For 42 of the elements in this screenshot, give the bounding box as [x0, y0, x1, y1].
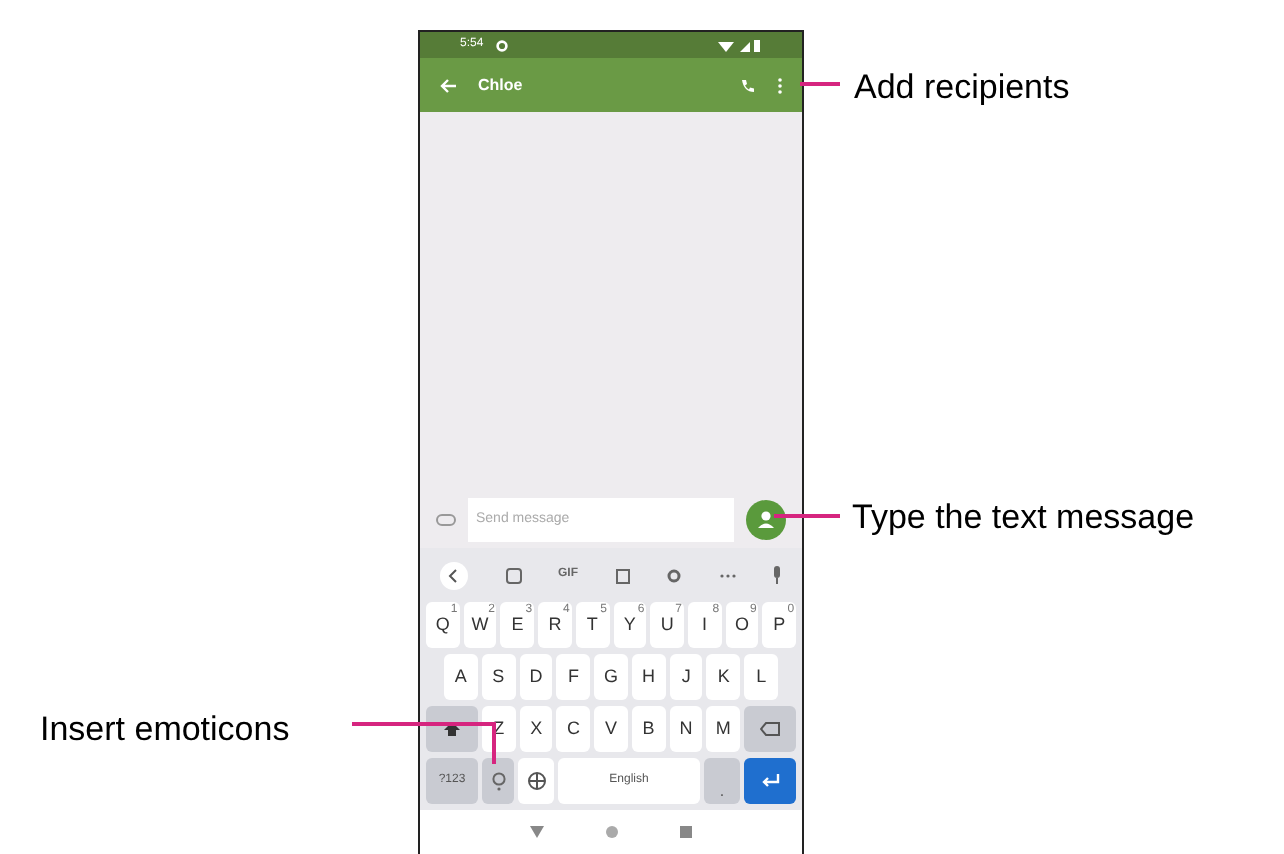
callout-label: Type the text message — [852, 496, 1195, 540]
backspace-icon — [760, 722, 781, 736]
enter-icon — [761, 774, 779, 788]
callout-label: Insert emoticons — [40, 708, 290, 752]
keyboard-key[interactable]: H — [631, 654, 666, 700]
keyboard-key[interactable]: C — [556, 706, 591, 752]
microphone-icon[interactable] — [772, 566, 782, 584]
keyboard-key[interactable]: A — [444, 654, 478, 700]
leader-line — [352, 722, 496, 764]
back-icon[interactable] — [440, 77, 458, 93]
keyboard-key[interactable]: V — [594, 706, 628, 752]
period-key[interactable]: . — [704, 758, 740, 804]
keyboard-key[interactable]: G — [594, 654, 628, 700]
keyboard-key[interactable]: L — [744, 654, 779, 700]
keyboard-key[interactable]: S — [481, 654, 516, 700]
phone-icon[interactable] — [740, 77, 756, 93]
status-icons — [718, 39, 762, 51]
keyboard-key[interactable]: F — [556, 654, 591, 700]
keyboard-key[interactable]: J — [669, 654, 703, 700]
language-key[interactable] — [518, 758, 554, 804]
keyboard-key[interactable]: X — [519, 706, 553, 752]
back-nav-icon[interactable] — [530, 826, 545, 838]
backspace-key[interactable] — [744, 706, 797, 752]
keyboard-key[interactable]: K — [706, 654, 741, 700]
emoji-icon — [491, 771, 505, 791]
keyboard-key[interactable]: N — [669, 706, 703, 752]
callout-label: Add recipients — [854, 66, 1070, 110]
shift-icon — [444, 722, 460, 736]
globe-icon — [527, 772, 545, 790]
shift-key[interactable] — [426, 706, 478, 752]
contact-name: Chloe — [478, 73, 523, 97]
leader-line — [774, 514, 840, 518]
recents-nav-icon[interactable] — [679, 826, 692, 838]
emoji-key[interactable] — [482, 758, 514, 804]
collapse-icon[interactable] — [440, 561, 468, 589]
attach-icon[interactable] — [436, 514, 456, 526]
leader-line — [800, 82, 840, 86]
keyboard-key[interactable]: D — [519, 654, 553, 700]
enter-key[interactable] — [744, 758, 796, 804]
keyboard-key[interactable]: M — [706, 706, 741, 752]
contact-icon[interactable] — [746, 500, 786, 540]
keyboard-key[interactable]: B — [631, 706, 666, 752]
